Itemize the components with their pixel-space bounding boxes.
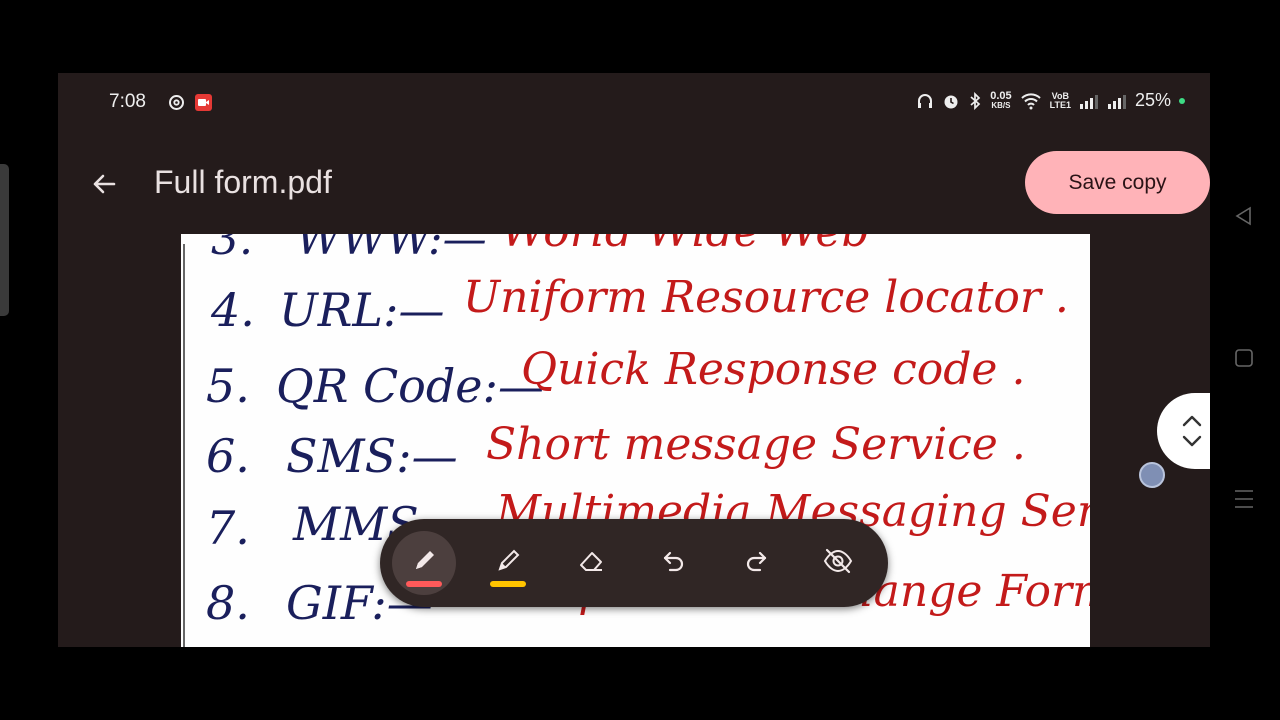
status-time: 7:08 [109, 91, 146, 112]
line-5-number: 5. [206, 359, 250, 413]
net-speed: 0.05 KB/S [990, 89, 1012, 110]
arrow-left-icon [93, 174, 116, 194]
line-5-full: Quick Response code . [521, 344, 1025, 395]
pen-color-indicator [406, 581, 442, 587]
hide-annotations-button[interactable] [806, 531, 870, 595]
volte-bottom: LTE1 [1049, 99, 1071, 110]
volte-indicator: VoB LTE1 [1049, 91, 1071, 110]
alarm-icon [942, 92, 960, 110]
pen-icon [416, 551, 434, 569]
screen-record-icon [195, 94, 212, 111]
line-4-abbr: URL:— [279, 283, 444, 337]
pen-tool-button[interactable] [392, 531, 456, 595]
line-6-abbr: SMS:— [286, 429, 458, 483]
redo-icon [746, 551, 767, 572]
status-icons: 0.05 KB/S VoB LTE1 25% [916, 90, 1185, 111]
floating-touch-dot[interactable] [1139, 462, 1165, 488]
line-6-full: Short message Service . [486, 419, 1026, 470]
line-5-abbr: QR Code:— [276, 359, 544, 413]
edge-panel-handle[interactable] [0, 164, 9, 316]
wifi-icon [1020, 92, 1042, 110]
fast-scroll-thumb[interactable] [1157, 393, 1210, 469]
battery-percent: 25% [1134, 90, 1171, 110]
document-title: Full form.pdf [154, 164, 332, 200]
redo-button[interactable] [724, 531, 788, 595]
bluetooth-icon [968, 91, 982, 110]
eraser-tool-button[interactable] [559, 531, 623, 595]
menu-lines-icon [1235, 490, 1253, 508]
line-3-number: 3. [211, 234, 253, 265]
line-4-full: Uniform Resource locator . [463, 272, 1069, 323]
nav-home-button[interactable] [1233, 347, 1255, 374]
save-copy-button[interactable]: Save copy [1025, 151, 1210, 214]
nav-back-button[interactable] [1233, 205, 1255, 232]
net-speed-value: 0.05 [990, 89, 1012, 102]
back-triangle-icon [1235, 206, 1251, 226]
undo-icon [663, 551, 684, 572]
line-3-abbr: WWW:— [296, 234, 487, 265]
line-6-number: 6. [206, 429, 250, 483]
back-button[interactable] [88, 168, 120, 200]
chevron-up-down-icon [1182, 415, 1202, 447]
undo-button[interactable] [642, 531, 706, 595]
eye-off-icon [823, 548, 853, 574]
eraser-icon [580, 552, 602, 571]
signal-icon-2 [1107, 93, 1127, 109]
signal-icon [1079, 93, 1099, 109]
threads-icon [168, 94, 185, 111]
battery-dot [1179, 97, 1185, 104]
highlighter-color-indicator [490, 581, 526, 587]
headphones-icon [916, 92, 934, 110]
highlighter-icon [498, 549, 520, 571]
line-3-full: World Wide Web [501, 234, 870, 257]
annotation-toolbar [380, 519, 888, 607]
net-speed-unit: KB/S [991, 100, 1011, 110]
home-square-icon [1235, 349, 1253, 367]
nav-recents-button[interactable] [1233, 488, 1255, 515]
line-7-number: 7. [206, 501, 250, 555]
app-screen: 7:08 0.05 KB/S VoB LTE1 25% Full form.pd… [58, 73, 1210, 647]
line-8-number: 8. [206, 576, 250, 630]
line-4-number: 4. [210, 283, 255, 337]
highlighter-tool-button[interactable] [476, 531, 540, 595]
